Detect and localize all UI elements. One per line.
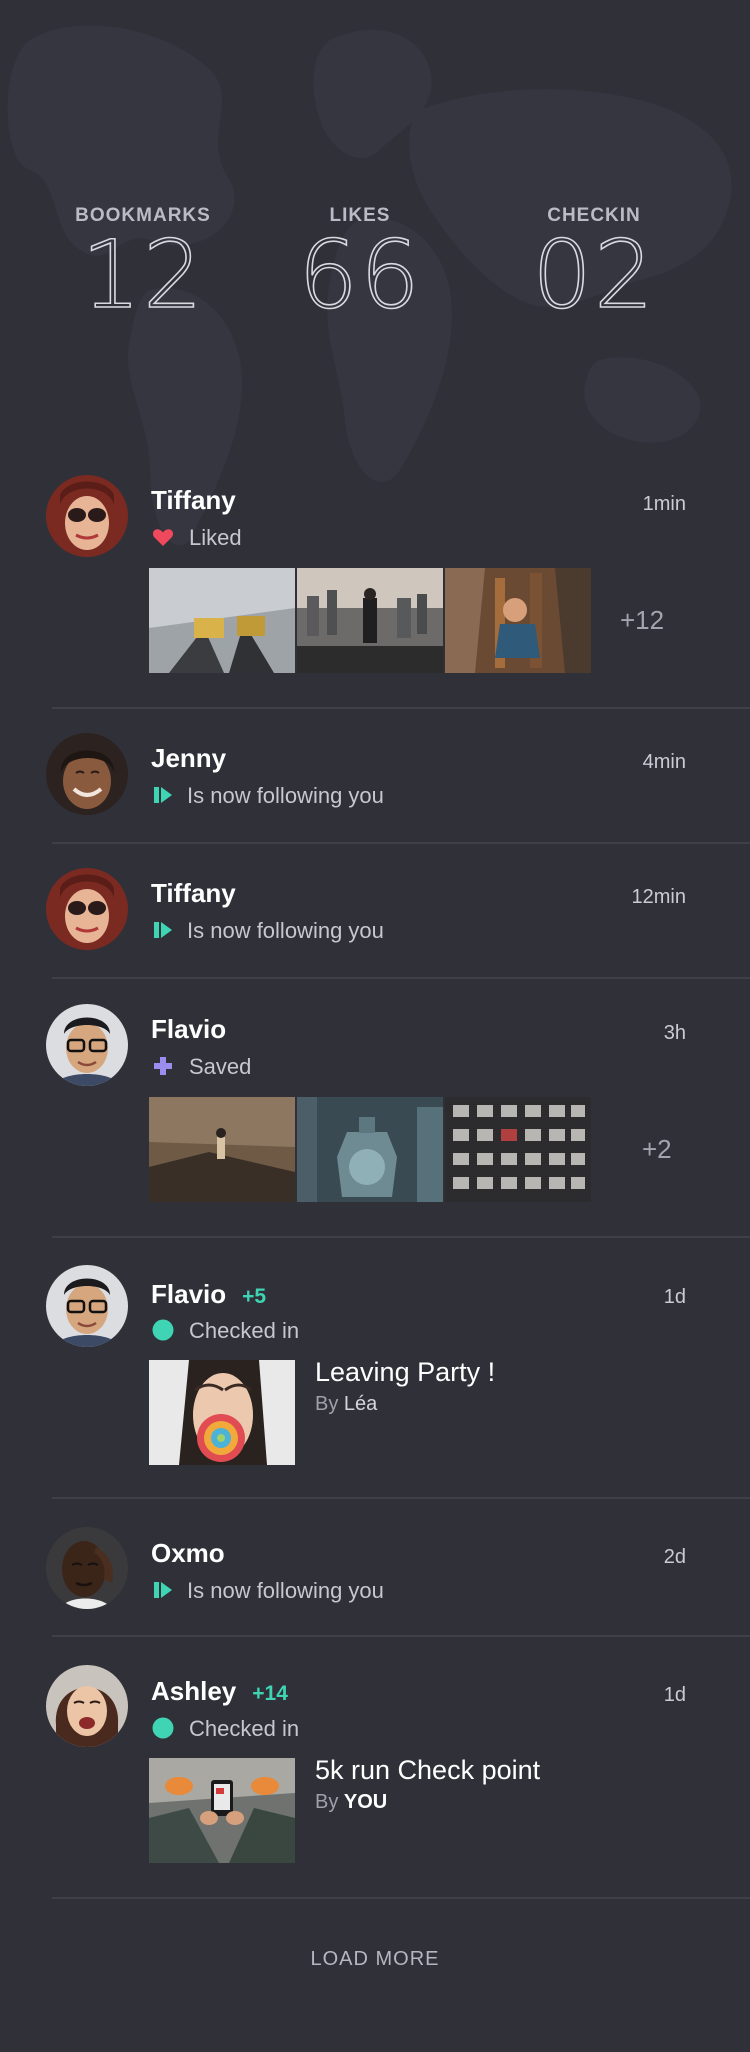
follow-icon <box>154 787 172 803</box>
stat-value: 02 <box>531 221 656 330</box>
activity-action-label: Liked <box>189 525 242 550</box>
more-photos-count[interactable]: +12 <box>620 605 664 636</box>
photo-thumbnail[interactable] <box>445 568 591 673</box>
divider <box>52 977 750 979</box>
divider <box>52 1236 750 1238</box>
activity-action: Is now following you <box>151 783 384 809</box>
load-more-button[interactable]: LOAD MORE <box>0 1948 750 1971</box>
activity-action-label: Checked in <box>189 1318 300 1343</box>
timestamp: 3h <box>663 1022 686 1044</box>
divider <box>52 1897 750 1899</box>
timestamp: 1d <box>663 1684 686 1706</box>
user-name[interactable]: Ashley +14 <box>151 1676 288 1707</box>
divider <box>52 707 750 709</box>
event-by-prefix: By <box>315 1791 339 1813</box>
stat-value: 66 <box>297 221 422 330</box>
avatar[interactable] <box>46 1004 128 1086</box>
photo-thumbnail[interactable] <box>297 568 443 673</box>
avatar[interactable] <box>46 733 128 815</box>
user-name[interactable]: Flavio <box>151 1014 226 1045</box>
user-name-label: Flavio <box>151 1279 227 1309</box>
event-organizer-name[interactable]: YOU <box>344 1791 387 1813</box>
user-name-label: Ashley <box>151 1676 237 1706</box>
photo-thumbnail[interactable] <box>149 1097 295 1202</box>
user-name[interactable]: Oxmo <box>151 1538 225 1569</box>
companions-count[interactable]: +5 <box>242 1285 266 1308</box>
follow-icon <box>154 922 172 938</box>
activity-action: Saved <box>151 1054 251 1080</box>
stats-header: BOOKMARKS 12 LIKES 66 CHECKIN 02 <box>0 205 750 325</box>
stat-checkin[interactable]: CHECKIN 02 <box>474 205 714 323</box>
timestamp: 2d <box>663 1546 686 1568</box>
avatar[interactable] <box>46 1527 128 1609</box>
divider <box>52 1497 750 1499</box>
stat-likes[interactable]: LIKES 66 <box>240 205 480 323</box>
checkin-dot-icon <box>152 1319 174 1341</box>
avatar[interactable] <box>46 1265 128 1347</box>
stat-value: 12 <box>80 221 205 330</box>
activity-action-label: Is now following you <box>187 918 384 943</box>
photo-thumbnail[interactable] <box>297 1097 443 1202</box>
activity-action: Checked in <box>151 1318 299 1344</box>
avatar[interactable] <box>46 475 128 557</box>
timestamp: 1min <box>642 493 686 515</box>
event-thumbnail[interactable] <box>149 1758 295 1863</box>
plus-icon <box>154 1057 172 1075</box>
heart-icon <box>152 529 174 546</box>
user-name[interactable]: Flavio +5 <box>151 1279 266 1310</box>
user-name[interactable]: Jenny <box>151 743 226 774</box>
photo-thumbnail[interactable] <box>149 568 295 673</box>
divider <box>52 1635 750 1637</box>
event-organizer: By Léa <box>315 1393 377 1416</box>
follow-icon <box>154 1582 172 1598</box>
event-thumbnail[interactable] <box>149 1360 295 1465</box>
activity-action-label: Is now following you <box>187 1578 384 1603</box>
stat-bookmarks[interactable]: BOOKMARKS 12 <box>23 205 263 323</box>
event-title[interactable]: Leaving Party ! <box>315 1357 495 1388</box>
divider <box>52 842 750 844</box>
timestamp: 4min <box>642 751 686 773</box>
user-name[interactable]: Tiffany <box>151 485 236 516</box>
activity-action: Is now following you <box>151 1578 384 1604</box>
activity-action-label: Checked in <box>189 1716 300 1741</box>
user-name[interactable]: Tiffany <box>151 878 236 909</box>
avatar[interactable] <box>46 1665 128 1747</box>
event-organizer-name[interactable]: Léa <box>344 1393 377 1415</box>
event-by-prefix: By <box>315 1393 339 1415</box>
avatar[interactable] <box>46 868 128 950</box>
activity-action-label: Is now following you <box>187 783 384 808</box>
companions-count[interactable]: +14 <box>252 1682 288 1705</box>
checkin-dot-icon <box>152 1717 174 1739</box>
event-title[interactable]: 5k run Check point <box>315 1755 540 1786</box>
activity-action: Is now following you <box>151 918 384 944</box>
photo-thumbnail[interactable] <box>445 1097 591 1202</box>
timestamp: 1d <box>663 1286 686 1308</box>
activity-action-label: Saved <box>189 1054 252 1079</box>
activity-action: Checked in <box>151 1716 299 1742</box>
more-photos-count[interactable]: +2 <box>642 1134 672 1165</box>
timestamp: 12min <box>631 886 686 908</box>
event-organizer: By YOU <box>315 1791 387 1814</box>
activity-action: Liked <box>151 525 242 551</box>
